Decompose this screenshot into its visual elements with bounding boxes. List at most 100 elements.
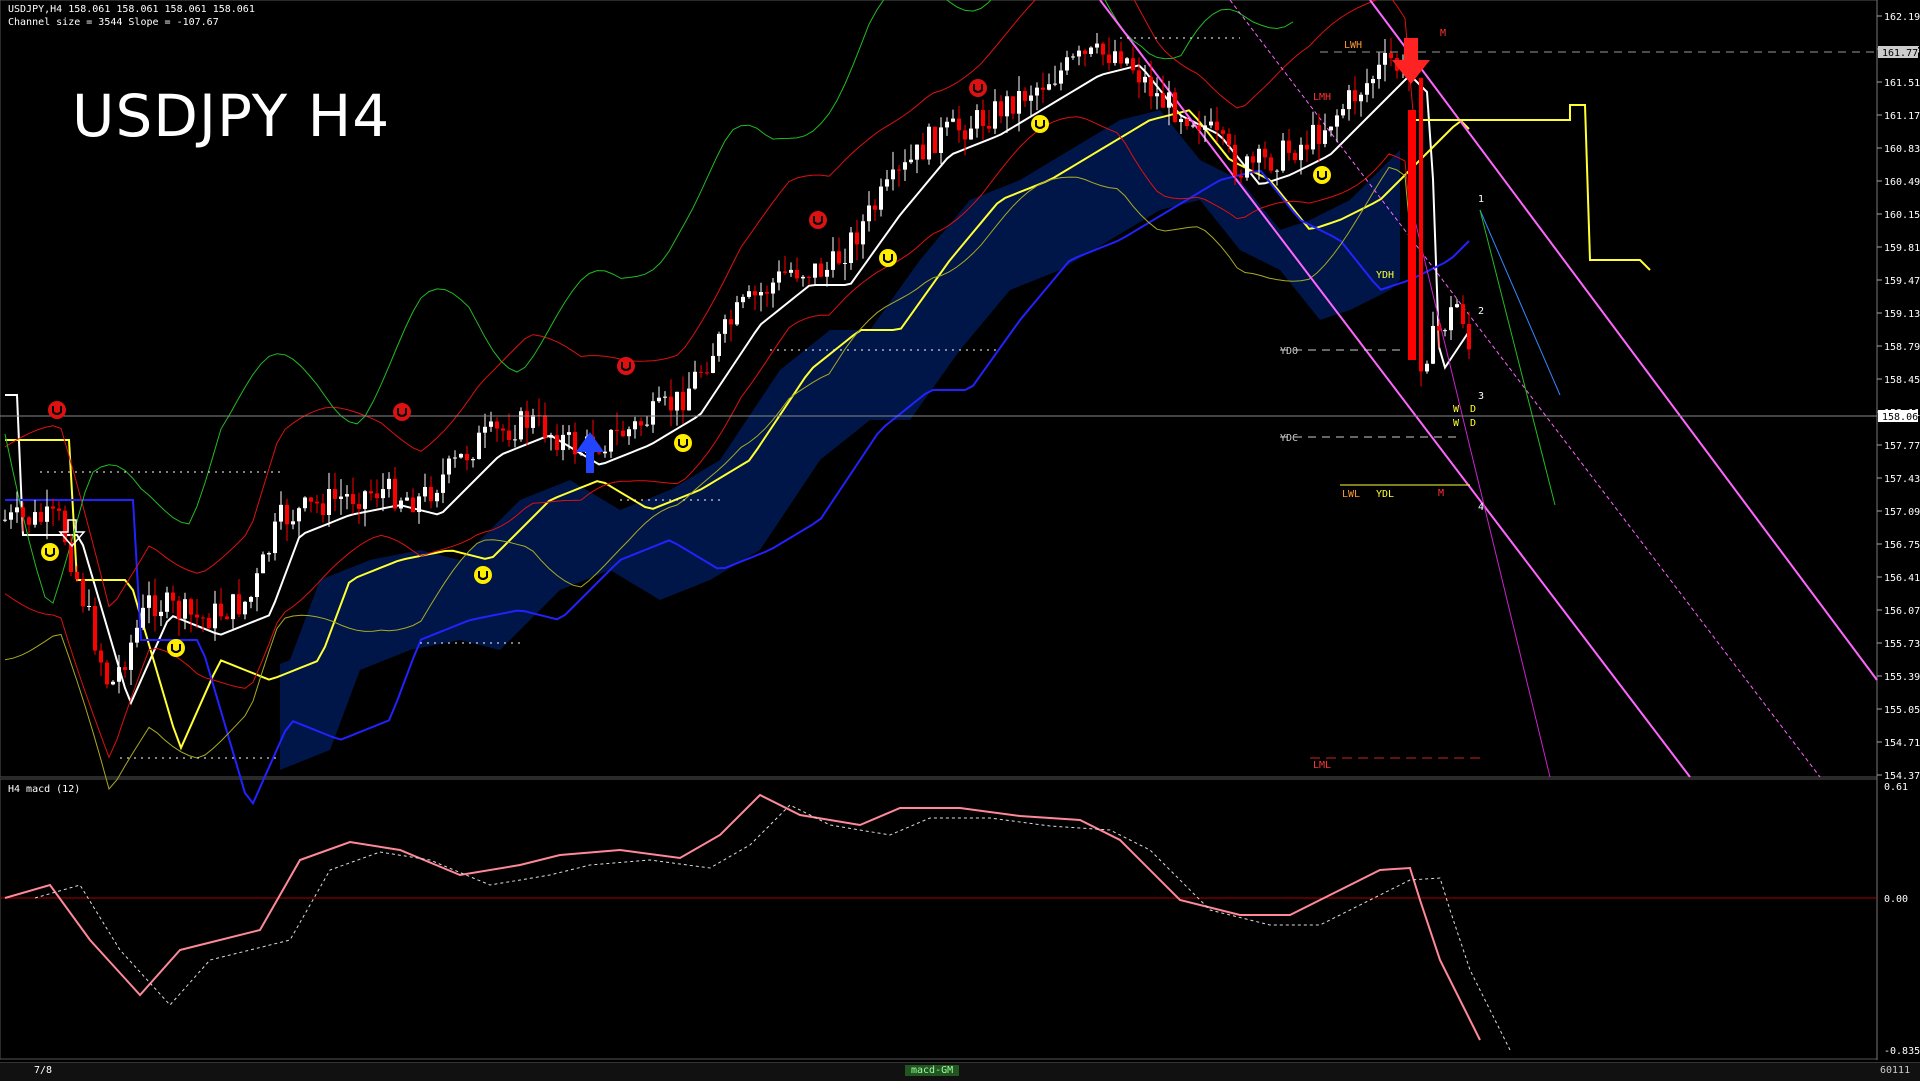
- candle-body: [135, 627, 139, 643]
- price-tick-label: 157.770: [1884, 441, 1920, 452]
- candle-body: [909, 159, 913, 163]
- indicator-tab[interactable]: macd-GM: [905, 1065, 960, 1076]
- price-tick-label: 155.730: [1884, 639, 1920, 650]
- candle-body: [777, 271, 781, 283]
- candle-body: [1095, 43, 1099, 48]
- price-tick-label: 156.070: [1884, 606, 1920, 617]
- label-w1: W: [1453, 404, 1460, 415]
- candle-body: [987, 125, 991, 129]
- price-tick-label: 156.410: [1884, 573, 1920, 584]
- candle-body: [447, 458, 451, 475]
- candle-body: [231, 594, 235, 620]
- fractal-down-icon: [674, 434, 692, 452]
- drop-candle: [1408, 110, 1416, 360]
- price-tick-label: 154.370: [1884, 771, 1920, 782]
- candle-body: [501, 428, 505, 431]
- candle-body: [261, 554, 265, 574]
- fractal-up-icon: [969, 79, 987, 97]
- candle-body: [663, 396, 667, 398]
- fractal-down-icon: [167, 639, 185, 657]
- candle-body: [1215, 121, 1219, 131]
- candle-body: [441, 474, 445, 493]
- fractal-down-icon: [879, 249, 897, 267]
- candle-body: [195, 614, 199, 618]
- candle-body: [459, 453, 463, 458]
- candle-body: [177, 600, 181, 619]
- page-indicator[interactable]: 7/8: [34, 1065, 52, 1076]
- candle-body: [141, 607, 145, 628]
- candle-body: [1065, 57, 1069, 71]
- price-tick-label: 161.170: [1884, 111, 1920, 122]
- candle-body: [267, 553, 271, 555]
- candle-body: [531, 415, 535, 428]
- candle-body: [1377, 64, 1381, 79]
- candle-body: [99, 650, 103, 663]
- candle-body: [765, 292, 769, 294]
- status-bar: 7/8 macd-GM 60111: [0, 1062, 1920, 1081]
- candle-body: [969, 128, 973, 140]
- candle-body: [735, 302, 739, 325]
- price-tick-label: 160.490: [1884, 177, 1920, 188]
- label-wave3: 3: [1478, 391, 1484, 402]
- channel-info: Channel size = 3544 Slope = -107.67: [8, 17, 219, 28]
- candle-body: [789, 269, 793, 273]
- candle-body: [519, 411, 523, 440]
- candle-body: [369, 491, 373, 494]
- candle-body: [165, 592, 169, 612]
- candle-body: [813, 263, 817, 278]
- candle-body: [1347, 90, 1351, 110]
- candle-body: [1197, 125, 1201, 130]
- fractal-up-icon: [48, 401, 66, 419]
- candle-body: [753, 291, 757, 296]
- candle-body: [93, 605, 97, 651]
- candle-body: [1125, 58, 1129, 64]
- candle-body: [1137, 70, 1141, 83]
- candle-body: [825, 269, 829, 277]
- candle-body: [975, 110, 979, 129]
- candle-body: [1089, 47, 1093, 54]
- label-ydo: YDO: [1280, 346, 1298, 357]
- candle-body: [1233, 144, 1237, 176]
- candle-body: [429, 486, 433, 502]
- chart-canvas[interactable]: 162.190161.850161.510161.170160.830160.4…: [0, 0, 1920, 1080]
- candle-body: [675, 391, 679, 411]
- label-d2: D: [1470, 418, 1476, 429]
- candle-body: [1113, 51, 1117, 63]
- candle-body: [213, 603, 217, 629]
- candle-body: [309, 497, 313, 502]
- candle-body: [1449, 307, 1453, 331]
- candle-body: [1263, 148, 1267, 158]
- price-tick-label: 159.130: [1884, 309, 1920, 320]
- label-w2: W: [1453, 418, 1460, 429]
- candle-body: [1005, 96, 1009, 117]
- candle-body: [111, 681, 115, 685]
- candle-body: [333, 489, 337, 499]
- candle-body: [75, 571, 79, 580]
- candle-body: [39, 512, 43, 522]
- price-tick-label: 158.450: [1884, 375, 1920, 386]
- candle-body: [633, 421, 637, 430]
- candle-body: [873, 205, 877, 210]
- candle-body: [1299, 144, 1303, 161]
- candle-body: [705, 372, 709, 374]
- candle-body: [609, 429, 613, 452]
- candle-body: [393, 478, 397, 509]
- candle-body: [1383, 52, 1387, 65]
- price-tick-label: 162.190: [1884, 12, 1920, 23]
- candle-body: [1437, 325, 1441, 331]
- candle-body: [189, 599, 193, 615]
- candle-body: [981, 110, 985, 126]
- price-tick-label: 159.810: [1884, 243, 1920, 254]
- candle-body: [1245, 156, 1249, 178]
- macd-zero-value: 0.00: [1884, 894, 1908, 905]
- candle-body: [207, 617, 211, 629]
- status-right: 60111: [1880, 1065, 1911, 1076]
- candle-body: [957, 118, 961, 131]
- candle-body: [783, 271, 787, 273]
- candle-body: [1353, 90, 1357, 102]
- candle-body: [1149, 76, 1153, 97]
- candle-body: [21, 507, 25, 518]
- candle-body: [699, 371, 703, 373]
- candle-body: [621, 430, 625, 437]
- candle-body: [921, 144, 925, 160]
